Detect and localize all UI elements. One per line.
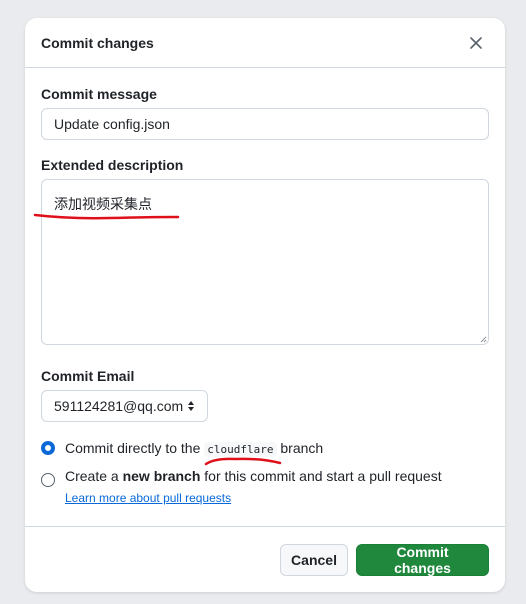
annotation-underline-branch [204, 457, 282, 466]
annotation-overlay [33, 213, 282, 466]
annotation-underline-description [33, 213, 180, 220]
